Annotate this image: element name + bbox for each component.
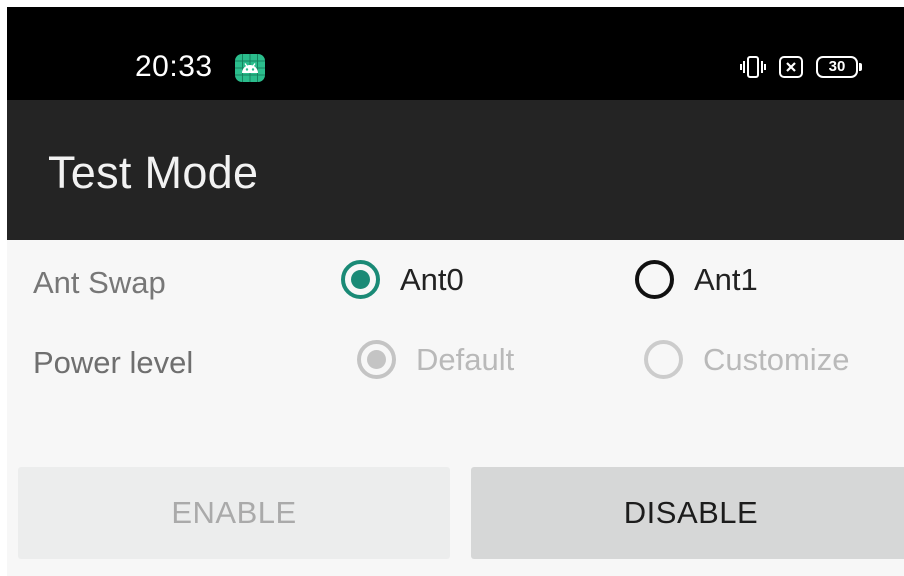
ant-swap-label: Ant Swap [33,265,166,300]
radio-ant1-label: Ant1 [694,261,758,297]
app-bar: Test Mode [7,100,904,240]
radio-default-label: Default [416,341,515,377]
radio-ant1[interactable]: Ant1 [635,260,758,299]
radio-ant0-label: Ant0 [400,261,464,297]
no-sim-icon [779,56,803,78]
status-icons: 30 [740,53,862,81]
radio-ant0[interactable]: Ant0 [341,260,464,299]
vibrate-icon [740,56,766,78]
status-bar: 20:33 30 [7,7,904,100]
android-debug-icon [235,54,265,82]
status-time: 20:33 [135,50,213,83]
battery-icon: 30 [816,56,862,78]
radio-default: Default [357,340,514,379]
radio-checked-icon [357,340,396,379]
disable-button[interactable]: DISABLE [471,467,904,559]
enable-button: ENABLE [18,467,450,559]
screen: 20:33 30 Test Mode Ant Swap Ant0 Ant1 Po… [7,7,904,576]
radio-customize: Customize [644,340,849,379]
radio-unchecked-icon[interactable] [635,260,674,299]
power-level-label: Power level [33,345,194,380]
radio-checked-icon[interactable] [341,260,380,299]
radio-unchecked-icon [644,340,683,379]
battery-level: 30 [828,58,846,75]
page-title: Test Mode [48,147,259,198]
radio-customize-label: Customize [703,341,850,377]
